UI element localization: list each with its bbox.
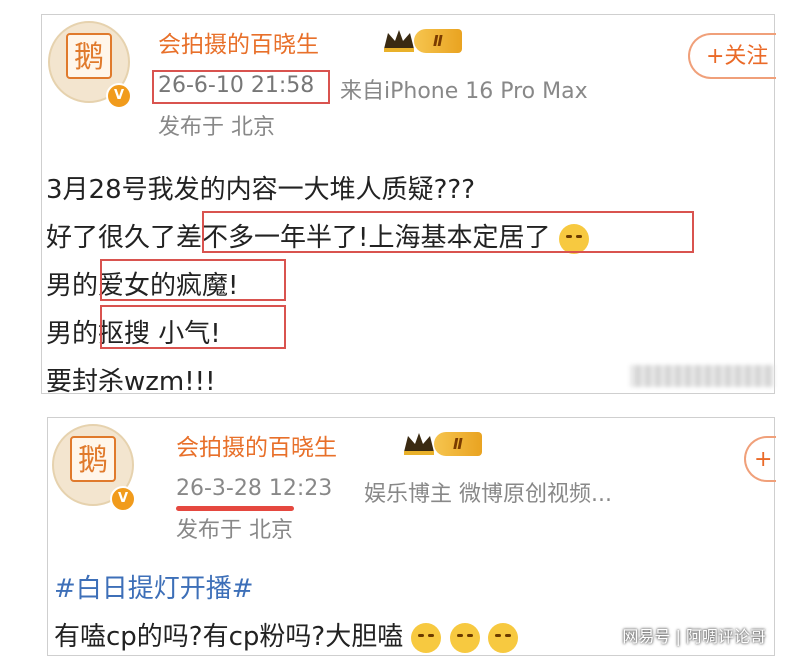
- username[interactable]: 会拍摄的百晓生: [176, 428, 337, 462]
- verified-badge-icon: V: [106, 83, 132, 109]
- crown-icon: [384, 30, 414, 52]
- avatar-seal: 鹅: [70, 436, 116, 482]
- emoji-icon: [449, 622, 480, 653]
- post-time: 26-3-28 12:23: [176, 476, 333, 501]
- post-source: 娱乐博主 微博原创视频...: [364, 482, 612, 507]
- highlight-box: [152, 70, 330, 104]
- post-line-4-start: 男的: [46, 319, 99, 349]
- level-badge: Ⅱ: [414, 29, 462, 53]
- post-line-1: 3月28号我发的内容一大堆人质疑???: [46, 175, 476, 205]
- avatar-seal: 鹅: [66, 33, 112, 79]
- emoji-icon: [411, 622, 442, 653]
- highlight-box: [100, 259, 286, 301]
- hashtag-link[interactable]: #白日提灯开播#: [54, 568, 254, 605]
- post-line-5: 要封杀wzm!!!: [46, 367, 216, 397]
- post-text-content: 有嗑cp的吗?有cp粉吗?大胆嗑: [54, 622, 404, 652]
- level-badge: Ⅱ: [434, 432, 482, 456]
- post-text: 有嗑cp的吗?有cp粉吗?大胆嗑: [54, 616, 518, 653]
- post-source: 来自iPhone 16 Pro Max: [340, 79, 588, 104]
- post-card-1: 鹅 V 会拍摄的百晓生 Ⅱ 26-6-10 21:58 来自iPhone 16 …: [41, 14, 776, 397]
- highlight-box: [100, 305, 286, 349]
- post-line-3-start: 男的: [46, 271, 99, 301]
- crown-icon: [404, 433, 434, 455]
- post-location: 发布于 北京: [158, 115, 275, 140]
- post-card-2: 鹅 V 会拍摄的百晓生 Ⅱ 26-3-28 12:23 娱乐博主 微博原创视频.…: [47, 417, 776, 656]
- post-line-2-start: 好了很久了: [46, 223, 177, 253]
- verified-badge-icon: V: [110, 486, 136, 512]
- blurred-watermark: [630, 365, 774, 387]
- watermark: 网易号 | 阿啁评论哥: [622, 627, 766, 646]
- follow-button[interactable]: +关注: [688, 33, 776, 79]
- highlight-underline: [176, 506, 294, 511]
- post-location: 发布于 北京: [176, 518, 293, 543]
- username[interactable]: 会拍摄的百晓生: [158, 25, 319, 59]
- emoji-icon: [488, 622, 518, 653]
- follow-button[interactable]: +: [744, 436, 776, 482]
- highlight-box: [202, 211, 694, 253]
